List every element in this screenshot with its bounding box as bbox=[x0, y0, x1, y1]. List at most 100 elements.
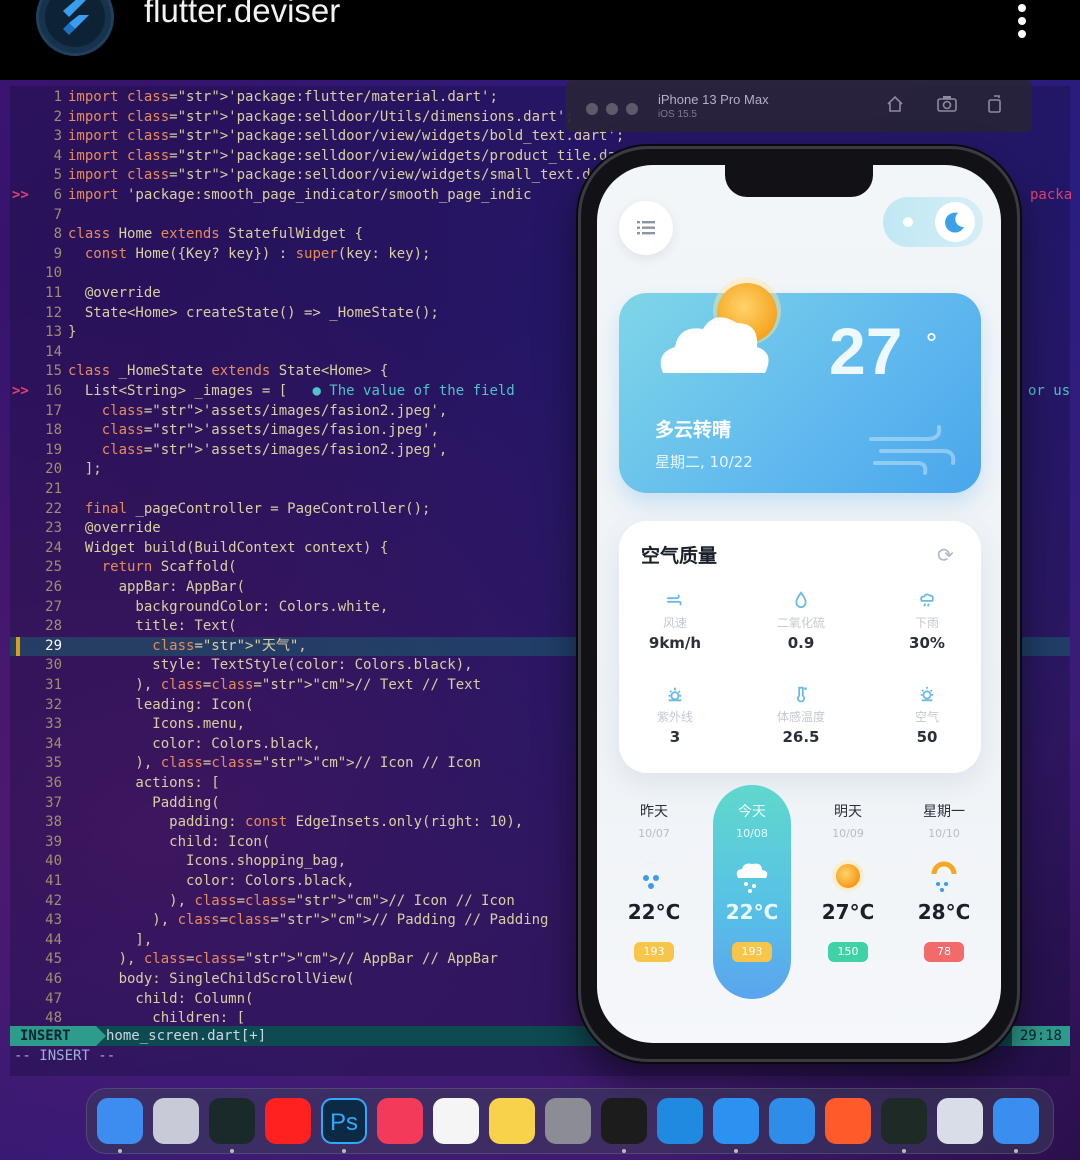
code-text: appBar: AppBar( bbox=[68, 579, 246, 595]
code-text: child: Icon( bbox=[68, 833, 271, 850]
forecast-date: 10/08 bbox=[736, 827, 768, 840]
code-text: color: Colors.black, bbox=[68, 735, 321, 752]
system-settings-icon[interactable] bbox=[545, 1098, 591, 1144]
dart-devtools-icon[interactable] bbox=[209, 1098, 255, 1144]
running-indicator bbox=[734, 1149, 738, 1153]
activity-monitor-icon[interactable] bbox=[881, 1098, 927, 1144]
air-quality-card: 空气质量 ⟳ 风速 9km/h 二氧化硫 0.9 下雨 30% 紫外线 3 体感… bbox=[619, 521, 981, 773]
line-number: 47 bbox=[45, 990, 62, 1007]
aqi-badge: 193 bbox=[732, 942, 772, 962]
forecast-day[interactable]: 昨天 10/07 22°C 193 bbox=[615, 801, 693, 962]
forecast-day[interactable]: 星期一 10/10 28°C 78 bbox=[905, 801, 983, 962]
home-icon[interactable] bbox=[884, 94, 906, 116]
screenshot-icon[interactable] bbox=[936, 94, 958, 116]
code-text: State<Home> createState() => _HomeState(… bbox=[68, 304, 439, 321]
line-number: 31 bbox=[45, 677, 62, 693]
wind-icon bbox=[869, 425, 956, 475]
running-indicator bbox=[1014, 1149, 1018, 1153]
finder-icon[interactable] bbox=[97, 1098, 143, 1144]
running-indicator bbox=[622, 1149, 626, 1153]
code-text: final _pageController = PageController()… bbox=[84, 500, 431, 517]
music-icon[interactable] bbox=[377, 1098, 423, 1144]
code-text: import 'package:smooth_page_indicator/sm… bbox=[68, 187, 532, 203]
toggle-knob bbox=[935, 202, 975, 242]
air-quality-value: 9km/h bbox=[648, 634, 702, 652]
photoshop-icon[interactable]: Ps bbox=[321, 1098, 367, 1144]
line-number: 19 bbox=[45, 441, 62, 458]
line-number: 26 bbox=[45, 579, 62, 595]
thermometer-icon bbox=[751, 685, 851, 705]
toggle-dot bbox=[903, 217, 913, 227]
dock: Ps bbox=[86, 1088, 1054, 1154]
aqi-badge: 193 bbox=[634, 942, 674, 962]
line-number: 45 bbox=[45, 951, 62, 968]
air-quality-value: 30% bbox=[909, 634, 945, 652]
code-text: padding: const EdgeInsets.only(right: 10… bbox=[68, 814, 524, 831]
more-options-icon[interactable] bbox=[1012, 4, 1032, 40]
diagnostic-hint: or us bbox=[1028, 383, 1071, 399]
terminal-icon[interactable] bbox=[601, 1098, 647, 1144]
dark-mode-toggle[interactable] bbox=[883, 197, 983, 247]
refresh-icon[interactable]: ⟳ bbox=[937, 543, 954, 567]
air-quality-label: 空气 bbox=[914, 710, 939, 724]
code-text: ), class=class="str">"cm">// Text // Tex… bbox=[68, 677, 482, 693]
vscode-icon[interactable] bbox=[657, 1098, 703, 1144]
code-text: Widget build(BuildContext context) { bbox=[68, 539, 389, 556]
code-text: ]; bbox=[68, 461, 102, 478]
safari-icon[interactable] bbox=[713, 1098, 759, 1144]
current-temperature: 27 bbox=[829, 314, 903, 388]
air-quality-item: 空气 50 bbox=[877, 685, 977, 746]
sun-icon bbox=[877, 685, 977, 705]
current-weather-card[interactable]: 27 ° 多云转晴 星期二, 10/22 bbox=[619, 277, 981, 493]
notes-icon[interactable] bbox=[489, 1098, 535, 1144]
post-username[interactable]: flutter.deviser bbox=[144, 0, 340, 30]
code-text: child: Column( bbox=[68, 990, 254, 1007]
code-text: class Home extends StatefulWidget { bbox=[68, 226, 364, 243]
code-text: import class="str">'package:flutter/mate… bbox=[68, 89, 498, 105]
desktop: 1 import class="str">'package:flutter/mat… bbox=[0, 80, 1080, 1160]
brave-icon[interactable] bbox=[825, 1098, 871, 1144]
line-number: 34 bbox=[45, 735, 62, 752]
forecast-day[interactable]: 明天 10/09 27°C 150 bbox=[809, 801, 887, 962]
forecast-today[interactable]: 今天 10/08 22°C 193 bbox=[713, 785, 791, 999]
code-text: List<String> _images = [ ● The value of … bbox=[68, 383, 515, 399]
rotate-icon[interactable] bbox=[984, 94, 1006, 116]
line-number: 37 bbox=[45, 794, 62, 811]
browser-icon[interactable] bbox=[769, 1098, 815, 1144]
air-quality-label: 体感温度 bbox=[776, 710, 825, 724]
weather-condition: 多云转晴 bbox=[655, 419, 732, 441]
forecast-date: 10/07 bbox=[638, 827, 670, 840]
menu-button[interactable] bbox=[619, 201, 673, 255]
sun-rain-icon bbox=[905, 856, 983, 896]
phone-notch bbox=[725, 165, 873, 197]
line-number: 20 bbox=[45, 461, 62, 478]
photos-icon[interactable] bbox=[433, 1098, 479, 1144]
line-number: 32 bbox=[45, 696, 62, 713]
line-number: 33 bbox=[45, 716, 62, 733]
code-text: const Home({Key? key}) : super(key: key)… bbox=[84, 245, 431, 262]
rain-icon bbox=[877, 591, 977, 611]
air-quality-item: 体感温度 26.5 bbox=[751, 685, 851, 746]
code-text: style: TextStyle(color: Colors.black), bbox=[68, 657, 473, 674]
simulator-device: iPhone 13 Pro Max bbox=[658, 92, 769, 107]
wind-icon bbox=[625, 591, 725, 611]
line-number: 1 bbox=[53, 89, 62, 105]
editor-mode: INSERT bbox=[10, 1026, 106, 1046]
code-text: class _HomeState extends State<Home> { bbox=[68, 363, 389, 380]
air-quality-value: 3 bbox=[669, 728, 681, 746]
code-text: actions: [ bbox=[68, 775, 220, 791]
xcode-icon[interactable] bbox=[993, 1098, 1039, 1144]
window-controls[interactable] bbox=[586, 100, 646, 119]
avatar[interactable] bbox=[36, 0, 114, 56]
air-quality-label: 下雨 bbox=[914, 616, 939, 630]
sign-column-marker bbox=[16, 636, 20, 656]
line-number: 17 bbox=[45, 402, 62, 419]
forecast-date: 10/10 bbox=[928, 827, 960, 840]
launchpad-icon[interactable] bbox=[153, 1098, 199, 1144]
line-number: 7 bbox=[53, 206, 62, 223]
youtube-icon[interactable] bbox=[265, 1098, 311, 1144]
line-number: 23 bbox=[45, 520, 62, 537]
preview-icon[interactable] bbox=[937, 1098, 983, 1144]
code-text: import class="str">'package:selldoor/vie… bbox=[68, 147, 650, 164]
line-number: 14 bbox=[45, 343, 62, 360]
